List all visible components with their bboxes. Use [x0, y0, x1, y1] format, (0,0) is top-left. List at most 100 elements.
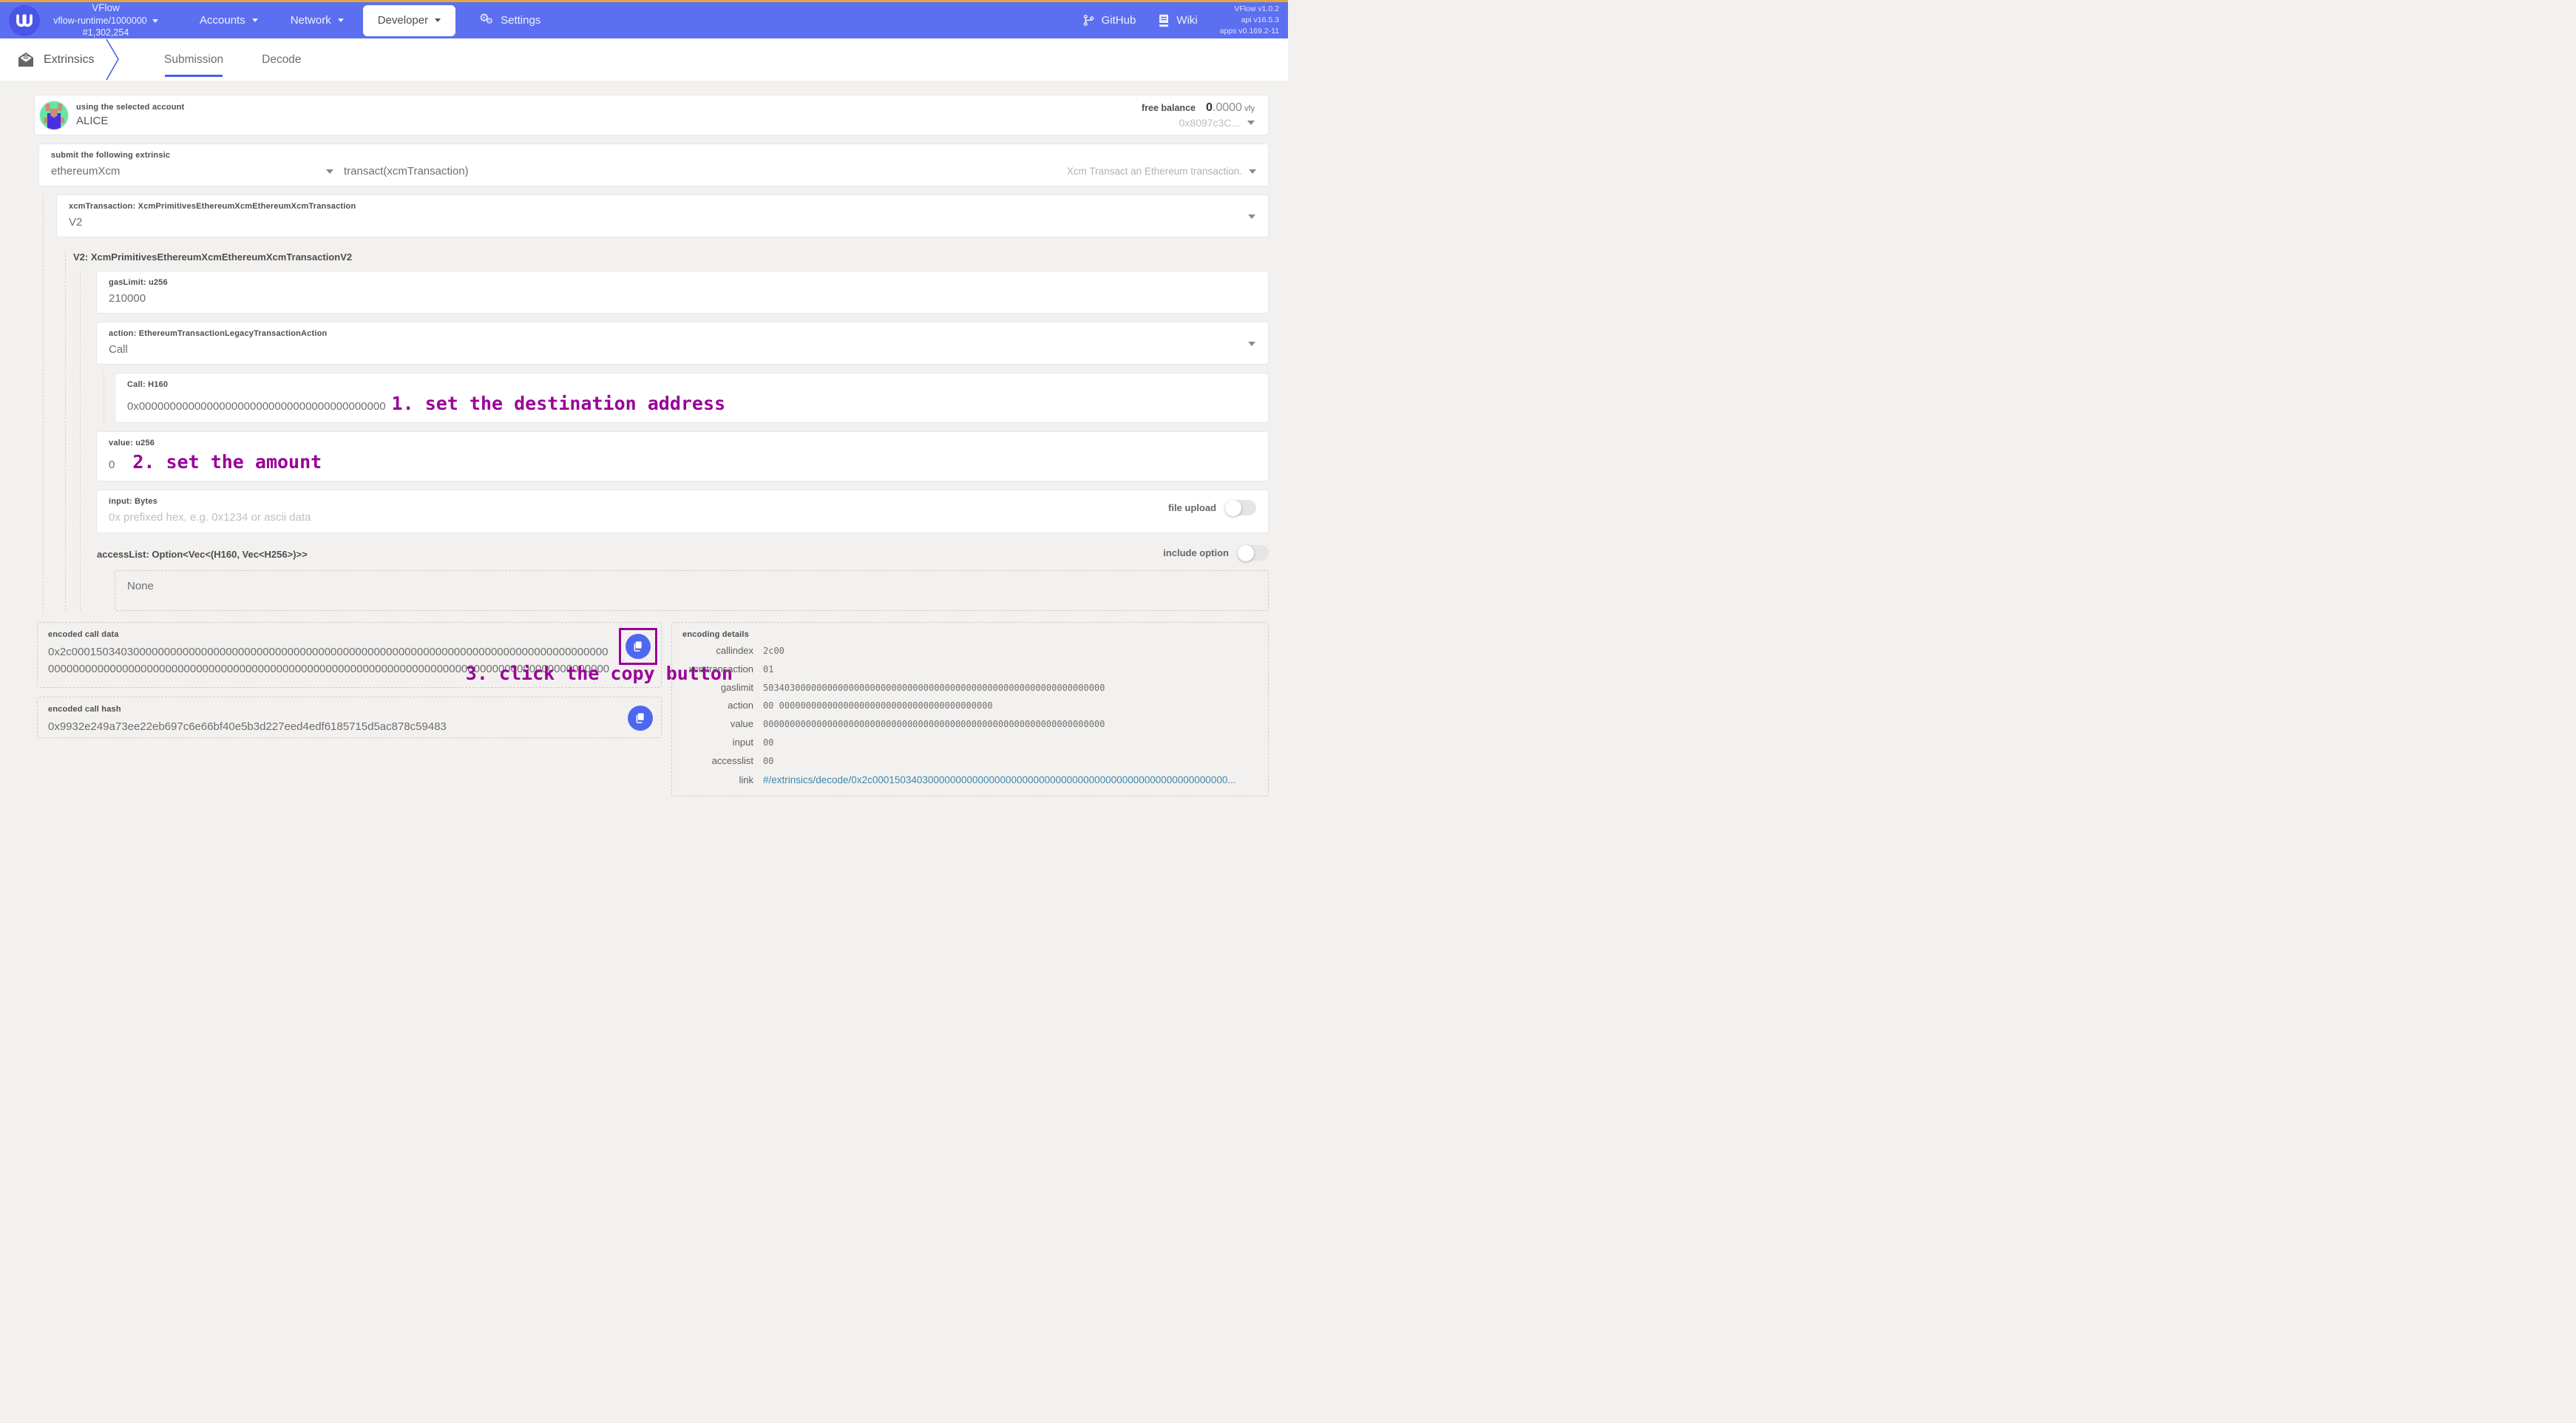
include-option-label: include option — [1163, 547, 1229, 558]
tab-divider — [105, 38, 121, 81]
tabs: Submission Decode — [145, 38, 321, 81]
param-gaslimit[interactable]: gasLimit: u256 210000 — [96, 271, 1269, 314]
apps-version: apps v0.169.2-11 — [1220, 26, 1279, 37]
submit-extrinsic-label: submit the following extrinsic — [51, 151, 1256, 160]
include-option-toggle[interactable] — [1238, 545, 1269, 561]
encoding-row-action: action 00 000000000000000000000000000000… — [682, 700, 1258, 712]
encoded-call-data-box: encoded call data 0x2c000150340300000000… — [37, 622, 662, 688]
account-name: ALICE — [76, 115, 184, 127]
param-xcmtransaction[interactable]: xcmTransaction: XcmPrimitivesEthereumXcm… — [56, 195, 1269, 237]
encoded-call-hash-label: encoded call hash — [48, 705, 651, 714]
encoding-row-xcmtransaction: xcmtransaction 01 — [682, 663, 1258, 676]
app-version: VFlow v1.0.2 — [1220, 4, 1279, 15]
chain-name: VFlow — [50, 1, 161, 15]
output-section: encoded call data 0x2c000150340300000000… — [37, 622, 1269, 797]
chevron-down-icon — [338, 18, 344, 22]
free-balance-label: free balance — [1142, 103, 1196, 113]
encoding-details-box: encoding details callindex 2c00 xcmtrans… — [671, 622, 1269, 797]
github-link[interactable]: GitHub — [1082, 14, 1136, 27]
input-bytes-field[interactable] — [109, 511, 1256, 524]
vflow-logo[interactable] — [9, 5, 40, 36]
encoding-row-gaslimit: gaslimit 5034030000000000000000000000000… — [682, 682, 1258, 694]
gears-icon: ⚙⚙ — [479, 14, 494, 27]
encoded-call-hash-box: encoded call hash 0x9932e249a73ee22eb697… — [37, 697, 662, 738]
decode-link[interactable]: #/extrinsics/decode/0x2c0001503403000000… — [763, 774, 1236, 788]
extrinsics-icon — [18, 53, 34, 67]
encoding-row-callindex: callindex 2c00 — [682, 645, 1258, 658]
chevron-down-icon — [1249, 169, 1256, 174]
chevron-down-icon — [326, 169, 333, 174]
section-title-label: Extrinsics — [44, 53, 94, 67]
call-description: Xcm Transact an Ethereum transaction. — [1067, 166, 1242, 177]
api-version: api v16.5.3 — [1220, 15, 1279, 26]
chevron-down-icon — [435, 18, 441, 22]
param-action[interactable]: action: EthereumTransactionLegacyTransac… — [96, 322, 1269, 365]
amount-input[interactable]: 0 — [109, 459, 115, 471]
file-upload-label: file upload — [1168, 502, 1216, 513]
main-nav: Accounts Network Developer ⚙⚙ Settings — [186, 2, 554, 38]
copy-icon — [634, 712, 646, 724]
chevron-down-icon[interactable] — [1247, 121, 1255, 125]
chevron-down-icon — [1248, 214, 1255, 219]
section-title: Extrinsics — [18, 53, 101, 67]
encoding-details-label: encoding details — [682, 630, 1258, 639]
top-menubar: VFlow vflow-runtime/1000000 #1,302,254 A… — [0, 2, 1288, 38]
annotation-step1: 1. set the destination address — [392, 393, 726, 414]
chevron-down-icon — [252, 18, 258, 22]
gaslimit-input[interactable]: 210000 — [109, 292, 1256, 305]
param-v2-type-label: V2: XcmPrimitivesEthereumXcmEthereumXcmT… — [72, 251, 1269, 263]
nav-network[interactable]: Network — [277, 2, 357, 38]
call-dropdown[interactable]: transact(xcmTransaction) Xcm Transact an… — [344, 165, 1256, 178]
copy-highlight-box — [619, 628, 657, 665]
tab-bar: Extrinsics Submission Decode — [0, 38, 1288, 81]
chevron-down-icon — [1248, 342, 1255, 346]
vflow-logo-icon — [13, 10, 35, 32]
book-icon — [1158, 14, 1170, 27]
nav-developer[interactable]: Developer — [363, 5, 455, 36]
copy-icon — [632, 640, 644, 652]
param-accesslist-header: accessList: Option<Vec<(H160, Vec<H256>)… — [96, 545, 1269, 563]
copy-call-data-button[interactable] — [626, 634, 651, 659]
account-selector[interactable]: using the selected account ALICE free ba… — [34, 95, 1269, 135]
best-block-number: #1,302,254 — [50, 27, 161, 38]
page-content: using the selected account ALICE free ba… — [0, 81, 1288, 797]
param-value[interactable]: value: u256 0 2. set the amount — [96, 431, 1269, 481]
param-call-h160[interactable]: Call: H160 0x000000000000000000000000000… — [115, 373, 1269, 423]
account-identicon — [40, 101, 68, 129]
git-branch-icon — [1082, 14, 1095, 27]
xcmtransaction-selected: V2 — [69, 216, 1256, 229]
tab-submission[interactable]: Submission — [145, 38, 243, 81]
version-info: VFlow v1.0.2 api v16.5.3 apps v0.169.2-1… — [1220, 4, 1279, 36]
annotation-step2: 2. set the amount — [132, 451, 322, 473]
account-selector-label: using the selected account — [76, 103, 184, 112]
param-input-bytes[interactable]: input: Bytes file upload — [96, 490, 1269, 533]
nav-accounts[interactable]: Accounts — [186, 2, 271, 38]
file-upload-toggle[interactable] — [1225, 500, 1256, 516]
encoding-row-value: value 0000000000000000000000000000000000… — [682, 718, 1258, 731]
copy-call-hash-button[interactable] — [628, 706, 653, 731]
copy-hash-wrap — [628, 706, 653, 731]
accesslist-value: None — [127, 580, 154, 592]
app-window: VFlow vflow-runtime/1000000 #1,302,254 A… — [0, 0, 1288, 712]
destination-address-input[interactable]: 0x00000000000000000000000000000000000000… — [127, 400, 386, 413]
accesslist-none-box: None — [115, 570, 1269, 611]
free-balance-value: 0.0000vfy — [1206, 101, 1255, 115]
tab-decode[interactable]: Decode — [243, 38, 320, 81]
pallet-dropdown[interactable]: ethereumXcm — [51, 165, 344, 178]
chevron-down-icon — [152, 19, 158, 23]
account-address-short: 0x8097c3C... — [1179, 117, 1241, 129]
nav-settings[interactable]: ⚙⚙ Settings — [466, 2, 554, 38]
params-tree: xcmTransaction: XcmPrimitivesEthereumXcm… — [43, 195, 1269, 612]
runtime-version: vflow-runtime/1000000 — [53, 15, 146, 27]
wiki-link[interactable]: Wiki — [1158, 14, 1197, 27]
call-selected: transact(xcmTransaction) — [344, 165, 469, 178]
encoding-row-link: link #/extrinsics/decode/0x2c00015034030… — [682, 774, 1258, 788]
encoding-row-accesslist: accesslist 00 — [682, 755, 1258, 768]
accesslist-type-label: accessList: Option<Vec<(H160, Vec<H256>)… — [96, 549, 308, 560]
encoded-call-data-label: encoded call data — [48, 630, 651, 639]
action-selected: Call — [109, 343, 1256, 356]
extrinsic-section: submit the following extrinsic ethereumX… — [38, 143, 1269, 186]
chain-info[interactable]: VFlow vflow-runtime/1000000 #1,302,254 — [50, 1, 161, 38]
encoded-call-hash-value: 0x9932e249a73ee22eb697c6e66bf40e5b3d227e… — [48, 718, 651, 735]
pallet-selected: ethereumXcm — [51, 165, 120, 178]
